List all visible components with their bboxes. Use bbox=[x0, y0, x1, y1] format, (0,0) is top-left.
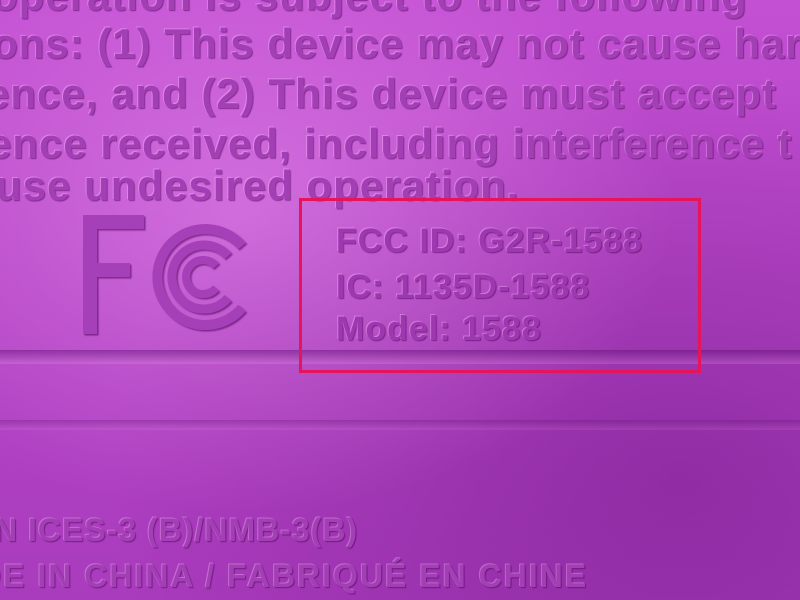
made-in-china-text: DE IN CHINA / FABRIQUÉ EN CHINE bbox=[0, 558, 589, 594]
regulatory-text-line-2: ons: (1) This device may not cause har bbox=[0, 20, 800, 67]
regulatory-text-line-3: ence, and (2) This device must accept bbox=[0, 70, 777, 117]
highlight-box bbox=[299, 198, 701, 373]
purple-plastic-surface: operation is subject to the following on… bbox=[0, 0, 800, 600]
regulatory-text-line-1: operation is subject to the following bbox=[0, 0, 748, 20]
fcc-logo-icon bbox=[83, 215, 246, 334]
ices-compliance-text: N ICES-3 (B)/NMB-3(B) bbox=[0, 512, 359, 548]
molded-ridge-lower bbox=[0, 420, 800, 430]
regulatory-text-line-4: ence received, including interference t bbox=[0, 120, 793, 167]
